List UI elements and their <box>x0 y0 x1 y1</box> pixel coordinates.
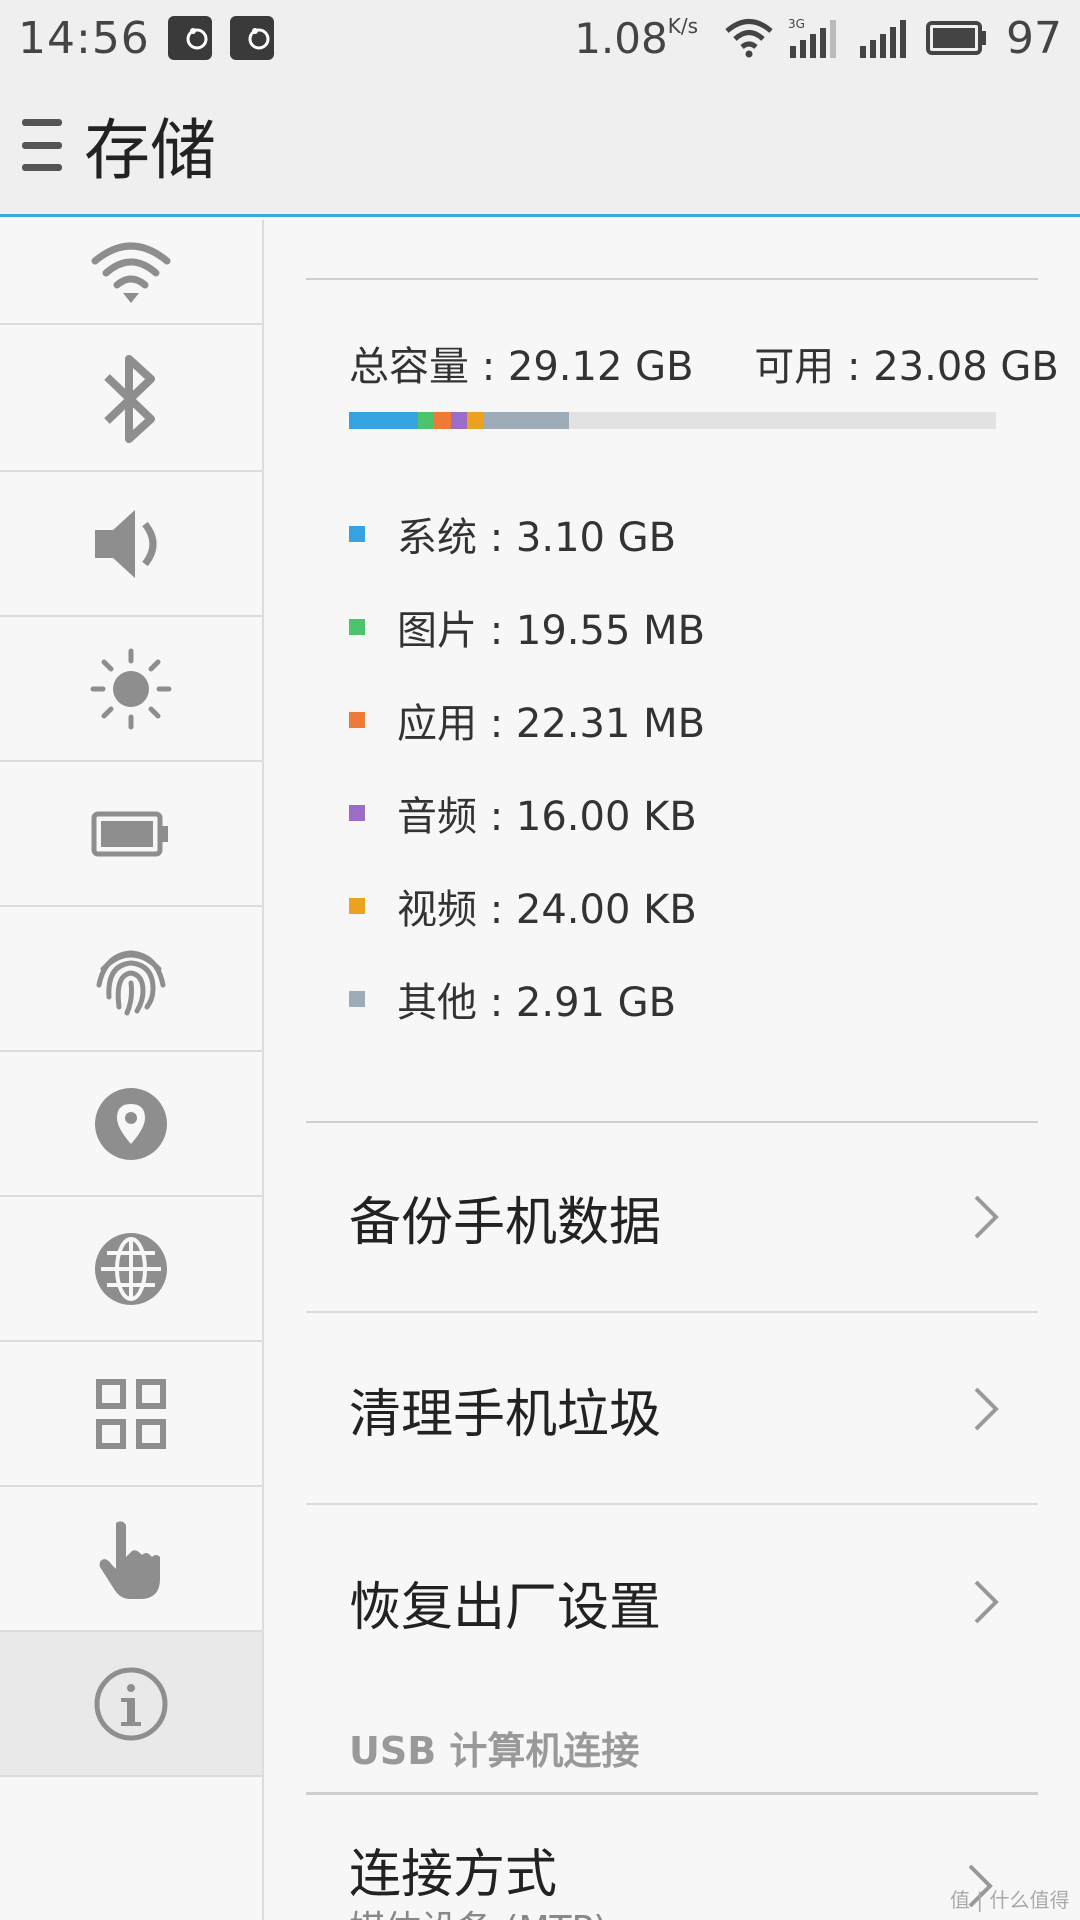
usage-bar-segment <box>349 412 418 429</box>
divider <box>306 278 1038 280</box>
legend-label: 应用 : 22.31 MB <box>397 701 706 747</box>
battery-icon <box>91 811 168 856</box>
status-bar: 14:56 1.08K/s 3G 97 <box>0 0 1080 76</box>
net-speed: 1.08K/s <box>574 13 698 63</box>
mobile-signal-icon <box>860 20 906 58</box>
total-capacity: 总容量 : 29.12 GB <box>349 344 694 390</box>
legend-color-swatch <box>349 619 365 635</box>
sidebar-item-language[interactable] <box>0 1197 262 1342</box>
wifi-icon <box>91 242 171 303</box>
brightness-icon <box>90 648 172 729</box>
clean-phone-junk-row[interactable]: 清理手机垃圾 <box>306 1315 1038 1505</box>
legend-label: 系统 : 3.10 GB <box>397 515 677 561</box>
usage-bar-segment <box>483 412 569 429</box>
uc-browser-notification-icon <box>229 16 274 60</box>
usage-bar-segment <box>434 412 451 429</box>
legend-label: 视频 : 24.00 KB <box>397 887 697 933</box>
chevron-right-icon <box>974 1195 999 1239</box>
legend-item: 视频 : 24.00 KB <box>349 876 697 936</box>
usb-connection-mode-title[interactable]: 连接方式 <box>349 1832 557 1907</box>
battery-percent: 97 <box>1006 12 1062 64</box>
legend-color-swatch <box>349 991 365 1007</box>
legend-color-swatch <box>349 526 365 542</box>
sidebar-item-about[interactable] <box>0 1632 262 1777</box>
chevron-right-icon <box>974 1387 999 1431</box>
chevron-right-icon <box>974 1580 999 1624</box>
sidebar-item-apps[interactable] <box>0 1342 262 1487</box>
legend-label: 其他 : 2.91 GB <box>397 980 677 1026</box>
page-title: 存储 <box>84 112 216 189</box>
apps-grid-icon <box>96 1378 166 1449</box>
backup-label: 备份手机数据 <box>349 1192 662 1253</box>
storage-capacity: 总容量 : 29.12 GB 可用 : 23.08 GB <box>349 334 1059 392</box>
legend-color-swatch <box>349 898 365 914</box>
factory-reset-label: 恢复出厂设置 <box>349 1577 662 1638</box>
usage-bar-segment <box>450 412 468 429</box>
sidebar-item-bluetooth[interactable] <box>0 327 262 472</box>
sidebar-item-display[interactable] <box>0 617 262 762</box>
usb-connection-mode-value: 媒体设备 (MTP) <box>349 1900 607 1920</box>
location-icon <box>95 1087 167 1160</box>
info-icon <box>94 1667 168 1740</box>
fingerprint-icon <box>96 949 166 1015</box>
storage-usage-bar <box>349 412 996 429</box>
uc-browser-notification-icon <box>167 16 212 60</box>
usage-bar-segment <box>467 412 484 429</box>
settings-sidebar <box>0 220 264 1920</box>
hamburger-menu-icon[interactable] <box>22 119 62 171</box>
svg-text:3G: 3G <box>788 17 805 31</box>
legend-item: 系统 : 3.10 GB <box>349 504 676 564</box>
status-time: 14:56 <box>18 12 150 64</box>
legend-item: 图片 : 19.55 MB <box>349 597 705 657</box>
legend-item: 音频 : 16.00 KB <box>349 783 697 843</box>
globe-icon <box>95 1232 167 1305</box>
sidebar-item-location[interactable] <box>0 1052 262 1197</box>
usb-section-label: USB 计算机连接 <box>349 1729 640 1773</box>
sidebar-item-fingerprint[interactable] <box>0 907 262 1052</box>
divider <box>306 1792 1038 1795</box>
factory-reset-row[interactable]: 恢复出厂设置 <box>306 1507 1038 1697</box>
sidebar-item-wifi[interactable] <box>0 180 262 325</box>
usage-bar-segment <box>417 412 435 429</box>
speaker-icon <box>95 509 157 578</box>
legend-item: 其他 : 2.91 GB <box>349 969 676 1029</box>
mobile-signal-3g-icon: 3G <box>788 17 836 58</box>
legend-color-swatch <box>349 712 365 728</box>
backup-phone-data-row[interactable]: 备份手机数据 <box>306 1123 1038 1313</box>
sidebar-item-battery[interactable] <box>0 762 262 907</box>
legend-item: 应用 : 22.31 MB <box>349 690 705 750</box>
sidebar-item-gestures[interactable] <box>0 1487 262 1632</box>
battery-status-icon <box>926 21 986 55</box>
legend-color-swatch <box>349 805 365 821</box>
wifi-status-icon <box>725 19 773 58</box>
legend-label: 图片 : 19.55 MB <box>397 608 706 654</box>
watermark: 值 | 什么值得买 <box>950 1888 1070 1920</box>
hand-pointer-icon <box>99 1520 160 1599</box>
bluetooth-icon <box>104 354 155 443</box>
sidebar-item-sound[interactable] <box>0 472 262 617</box>
available-capacity: 可用 : 23.08 GB <box>754 344 1059 390</box>
cleanup-label: 清理手机垃圾 <box>349 1384 662 1445</box>
legend-label: 音频 : 16.00 KB <box>397 794 697 840</box>
